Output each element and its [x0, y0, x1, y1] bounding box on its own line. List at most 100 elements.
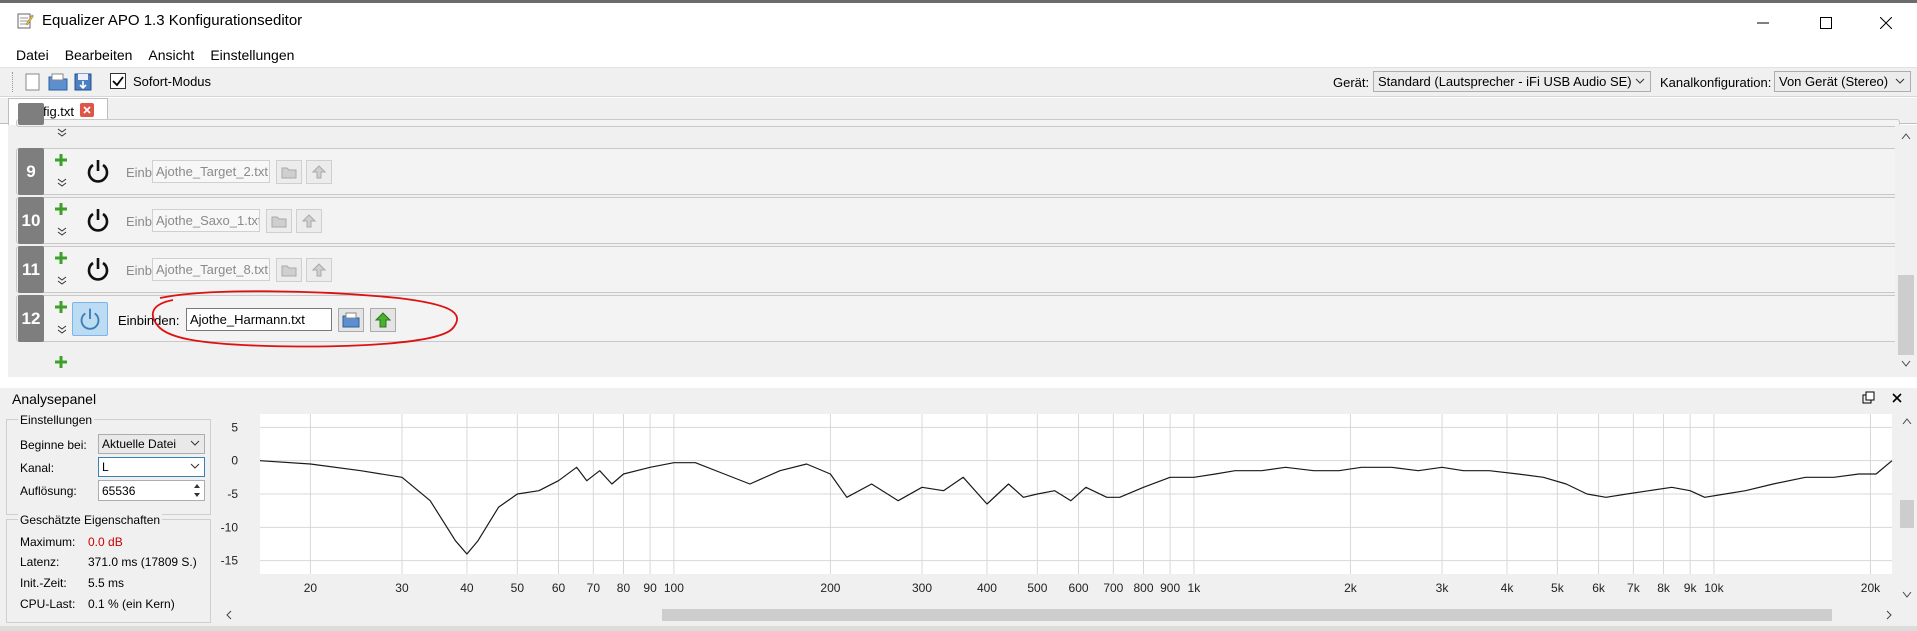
- chevron-right-icon[interactable]: [1884, 610, 1894, 620]
- row-number: 9: [18, 148, 44, 195]
- chevron-down-icon[interactable]: [1901, 590, 1913, 600]
- chevron-up-icon[interactable]: [1901, 416, 1913, 426]
- x-tick-label: 200: [820, 581, 840, 595]
- y-tick-label: 0: [231, 454, 238, 468]
- row-number-partial: [18, 103, 44, 125]
- instant-mode-checkbox[interactable]: [110, 73, 126, 89]
- toolbar-grip: [12, 72, 15, 92]
- chevron-down-icon[interactable]: [57, 227, 67, 237]
- chevron-down-icon[interactable]: [1900, 359, 1912, 369]
- power-icon[interactable]: [84, 206, 112, 234]
- spin-arrows-icon[interactable]: [192, 482, 202, 499]
- float-panel-icon[interactable]: [1862, 391, 1876, 405]
- chart-horizontal-scrollbar[interactable]: [222, 606, 1899, 624]
- checkmark-icon: [112, 76, 124, 87]
- add-filter-icon[interactable]: [54, 251, 68, 265]
- start-at-value: Aktuelle Datei: [102, 437, 177, 451]
- x-tick-label: 70: [587, 581, 601, 595]
- x-tick-label: 400: [977, 581, 997, 595]
- chevron-down-icon: [190, 440, 200, 446]
- edit-file-button[interactable]: [296, 209, 322, 233]
- background-window-strip: [0, 626, 1917, 631]
- chevron-down-icon[interactable]: [57, 178, 67, 188]
- minimize-icon: [1757, 22, 1769, 24]
- chart-vscroll-thumb[interactable]: [1900, 500, 1914, 528]
- latency-label: Latenz:: [20, 555, 60, 569]
- open-folder-icon[interactable]: [47, 71, 69, 93]
- channel-config-select[interactable]: Von Gerät (Stereo): [1774, 71, 1911, 92]
- cpu-load-label: CPU-Last:: [20, 597, 76, 611]
- maximize-button[interactable]: [1803, 3, 1849, 43]
- chevron-left-icon[interactable]: [224, 610, 234, 620]
- add-filter-icon[interactable]: [54, 202, 68, 216]
- device-label: Gerät:: [1333, 75, 1370, 90]
- device-select[interactable]: Standard (Lautsprecher - iFi USB Audio S…: [1373, 71, 1651, 92]
- x-tick-label: 20: [304, 581, 318, 595]
- edit-file-button[interactable]: [306, 258, 332, 282]
- include-file-input[interactable]: Ajothe_Saxo_1.txt: [152, 209, 260, 232]
- x-tick-label: 100: [664, 581, 684, 595]
- close-icon: [1880, 17, 1892, 29]
- include-file-input[interactable]: Ajothe_Target_8.txt: [152, 258, 270, 281]
- chevron-up-icon[interactable]: [1900, 131, 1912, 141]
- channel-config-value: Von Gerät (Stereo): [1779, 74, 1889, 89]
- chevron-down-icon[interactable]: [57, 276, 67, 286]
- channel-value: L: [102, 460, 109, 474]
- x-tick-label: 50: [511, 581, 525, 595]
- menu-einstellungen[interactable]: Einstellungen: [202, 43, 302, 67]
- save-file-icon[interactable]: [72, 71, 94, 93]
- start-label: Beginne bei:: [20, 438, 87, 452]
- x-tick-label: 9k: [1684, 581, 1698, 595]
- x-tick-label: 800: [1133, 581, 1153, 595]
- power-icon[interactable]: [84, 255, 112, 283]
- x-tick-label: 90: [643, 581, 657, 595]
- frequency-response-chart: 50-5-10-1520 30 40 50 60 70 80 90 100 200 300 400 50…: [221, 414, 1893, 595]
- add-filter-icon[interactable]: [54, 355, 68, 369]
- new-file-icon[interactable]: [22, 71, 44, 93]
- x-tick-label: 4k: [1501, 581, 1515, 595]
- include-file-input[interactable]: Ajothe_Target_2.txt: [152, 160, 270, 183]
- maximize-icon: [1820, 17, 1832, 29]
- open-folder-icon: [281, 265, 297, 277]
- chevron-down-icon: [1635, 78, 1645, 84]
- analysis-panel-title: Analysepanel: [12, 391, 97, 407]
- add-filter-icon[interactable]: [54, 300, 68, 314]
- x-tick-label: 500: [1027, 581, 1047, 595]
- chevron-down-icon[interactable]: [57, 128, 67, 138]
- power-icon[interactable]: [84, 157, 112, 185]
- maximum-value: 0.0 dB: [88, 535, 123, 549]
- row-number: 12: [18, 295, 44, 342]
- maximum-label: Maximum:: [20, 535, 76, 549]
- add-filter-icon[interactable]: [54, 153, 68, 167]
- x-tick-label: 3k: [1436, 581, 1450, 595]
- properties-group-title: Geschätzte Eigenschaften: [18, 513, 163, 527]
- tab-close-icon[interactable]: [80, 103, 94, 117]
- editor-scrollbar[interactable]: [1895, 125, 1917, 377]
- window-title: Equalizer APO 1.3 Konfigurationseditor: [42, 12, 303, 29]
- start-at-select[interactable]: Aktuelle Datei: [98, 434, 205, 454]
- close-window-button[interactable]: [1863, 3, 1909, 43]
- close-panel-icon[interactable]: [1890, 391, 1904, 405]
- chevron-down-icon[interactable]: [57, 325, 67, 335]
- x-tick-label: 700: [1103, 581, 1123, 595]
- menu-bearbeiten[interactable]: Bearbeiten: [57, 43, 141, 67]
- open-file-button[interactable]: [276, 258, 302, 282]
- channel-label: Kanal:: [20, 461, 55, 475]
- open-file-button[interactable]: [276, 160, 302, 184]
- editor-scroll-thumb[interactable]: [1898, 275, 1914, 355]
- channel-select[interactable]: L: [98, 457, 205, 477]
- chart-vertical-scrollbar[interactable]: [1897, 414, 1917, 604]
- minimize-button[interactable]: [1740, 3, 1786, 43]
- latency-value: 371.0 ms (17809 S.): [88, 555, 197, 569]
- y-tick-label: 5: [231, 420, 238, 434]
- menu-datei[interactable]: Datei: [8, 43, 57, 67]
- annotation-circle: [151, 290, 458, 348]
- open-file-button[interactable]: [266, 209, 292, 233]
- menu-ansicht[interactable]: Ansicht: [140, 43, 202, 67]
- chart-scroll-thumb[interactable]: [662, 609, 1832, 621]
- chevron-down-icon: [190, 463, 200, 469]
- edit-file-button[interactable]: [306, 160, 332, 184]
- power-toggle-active-icon[interactable]: [72, 302, 108, 336]
- resolution-spinbox[interactable]: 65536: [98, 480, 205, 501]
- upload-arrow-icon: [302, 214, 316, 228]
